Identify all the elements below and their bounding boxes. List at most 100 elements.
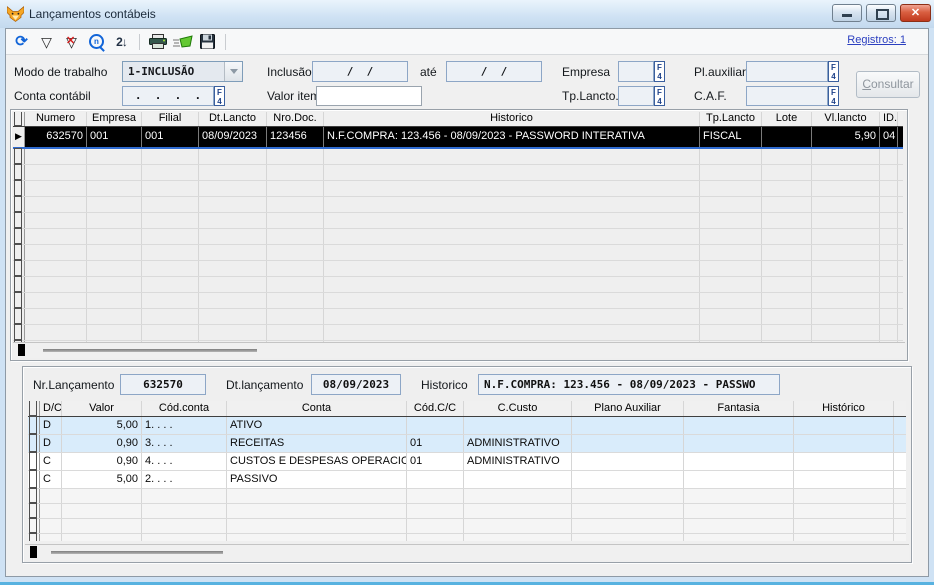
grid-cell[interactable] — [142, 309, 199, 324]
grid-cell[interactable] — [25, 149, 87, 164]
row-selector[interactable] — [13, 309, 25, 324]
row-selector[interactable] — [28, 435, 40, 452]
grid-cell[interactable] — [267, 181, 324, 196]
grid-cell[interactable] — [25, 213, 87, 228]
print-icon[interactable] — [147, 32, 168, 52]
grid-cell[interactable] — [794, 534, 894, 541]
column-header[interactable]: Fantasia — [684, 401, 794, 416]
grid-cell[interactable] — [812, 229, 880, 244]
row-selector[interactable] — [13, 325, 25, 340]
grid-cell[interactable] — [40, 519, 62, 533]
grid-cell[interactable] — [684, 489, 794, 503]
column-header[interactable]: Numero — [25, 112, 87, 126]
grid-cell[interactable] — [880, 325, 898, 340]
grid-cell[interactable] — [407, 417, 464, 434]
column-header[interactable]: Valor — [62, 401, 142, 416]
table-row[interactable] — [13, 293, 903, 309]
grid-cell[interactable]: ATIVO — [227, 417, 407, 434]
grid-cell[interactable]: 2. . . . — [142, 471, 227, 488]
grid-cell[interactable]: 3. . . . — [142, 435, 227, 452]
table-row[interactable]: C5,002. . . .PASSIVO — [28, 471, 906, 489]
consultar-button[interactable]: Consultar — [856, 71, 920, 98]
grid-cell[interactable] — [142, 534, 227, 541]
grid-cell[interactable] — [142, 293, 199, 308]
scrollbar-thumb[interactable] — [18, 344, 25, 356]
column-header[interactable]: Cód.conta — [142, 401, 227, 416]
row-selector[interactable] — [13, 261, 25, 276]
grid-cell[interactable] — [812, 197, 880, 212]
grid-cell[interactable] — [684, 534, 794, 541]
grid-cell[interactable] — [87, 261, 142, 276]
grid-cell[interactable] — [700, 197, 762, 212]
grid-cell[interactable] — [700, 277, 762, 292]
table-row[interactable] — [13, 261, 903, 277]
grid-cell[interactable] — [25, 325, 87, 340]
grid-cell[interactable] — [880, 309, 898, 324]
grid-cell[interactable] — [700, 165, 762, 180]
column-header[interactable]: Plano Auxiliar — [572, 401, 684, 416]
inclusao-date-field[interactable]: / / — [312, 61, 408, 82]
grid-cell[interactable] — [324, 277, 700, 292]
grid-cell[interactable] — [407, 534, 464, 541]
grid-cell[interactable] — [762, 165, 812, 180]
grid-cell[interactable] — [25, 293, 87, 308]
grid-cell[interactable] — [227, 519, 407, 533]
grid-cell[interactable] — [87, 165, 142, 180]
grid-cell[interactable] — [62, 519, 142, 533]
grid-cell[interactable] — [794, 417, 894, 434]
grid-cell[interactable] — [812, 261, 880, 276]
grid-cell[interactable] — [25, 261, 87, 276]
filter-icon[interactable]: ▽ — [36, 32, 57, 52]
grid-cell[interactable] — [25, 245, 87, 260]
row-selector[interactable] — [28, 534, 40, 541]
grid-cell[interactable] — [762, 149, 812, 164]
grid-cell[interactable] — [25, 309, 87, 324]
grid-cell[interactable] — [812, 245, 880, 260]
grid-cell[interactable] — [794, 453, 894, 470]
grid-cell[interactable] — [464, 489, 572, 503]
grid-cell[interactable]: 632570 — [25, 127, 87, 147]
row-selector[interactable] — [13, 229, 25, 244]
grid-cell[interactable] — [572, 417, 684, 434]
grid-cell[interactable] — [684, 417, 794, 434]
grid-cell[interactable]: C — [40, 453, 62, 470]
row-selector[interactable] — [13, 181, 25, 196]
grid-cell[interactable]: FISCAL — [700, 127, 762, 147]
grid-cell[interactable] — [762, 229, 812, 244]
grid-cell[interactable] — [199, 165, 267, 180]
grid-cell[interactable] — [700, 245, 762, 260]
grid-cell[interactable] — [87, 149, 142, 164]
grid-cell[interactable] — [87, 309, 142, 324]
table-row[interactable]: ▶63257000100108/09/2023123456N.F.COMPRA:… — [13, 127, 903, 149]
column-header[interactable]: Cód.C/C — [407, 401, 464, 416]
grid-cell[interactable] — [227, 504, 407, 518]
grid-cell[interactable] — [762, 197, 812, 212]
caf-f4-button[interactable]: F4 — [828, 86, 839, 106]
close-button[interactable]: ✕ — [900, 4, 931, 22]
grid-cell[interactable] — [142, 277, 199, 292]
table-row[interactable]: D0,903. . . .RECEITAS01ADMINISTRATIVO — [28, 435, 906, 453]
grid-cell[interactable] — [267, 245, 324, 260]
grid-cell[interactable] — [572, 435, 684, 452]
scrollbar-track[interactable] — [51, 551, 223, 554]
grid-cell[interactable] — [142, 261, 199, 276]
ate-date-field[interactable]: / / — [446, 61, 542, 82]
grid-cell[interactable] — [267, 309, 324, 324]
table-row[interactable] — [13, 149, 903, 165]
empresa-f4-button[interactable]: F4 — [654, 61, 665, 82]
grid-cell[interactable] — [324, 181, 700, 196]
row-selector[interactable] — [13, 213, 25, 228]
grid-cell[interactable]: 01 — [407, 453, 464, 470]
grid-cell[interactable]: 0,90 — [62, 453, 142, 470]
grid-cell[interactable] — [25, 197, 87, 212]
grid-cell[interactable] — [794, 489, 894, 503]
row-selector[interactable] — [13, 293, 25, 308]
grid-cell[interactable] — [199, 325, 267, 340]
scrollbar-thumb[interactable] — [30, 546, 37, 558]
column-header[interactable]: ID. — [880, 112, 898, 126]
grid-cell[interactable] — [87, 277, 142, 292]
row-selector[interactable] — [13, 245, 25, 260]
grid-cell[interactable] — [142, 197, 199, 212]
conta-f4-button[interactable]: F4 — [214, 86, 225, 106]
modo-trabalho-select[interactable]: 1-INCLUSÃO — [122, 61, 243, 82]
